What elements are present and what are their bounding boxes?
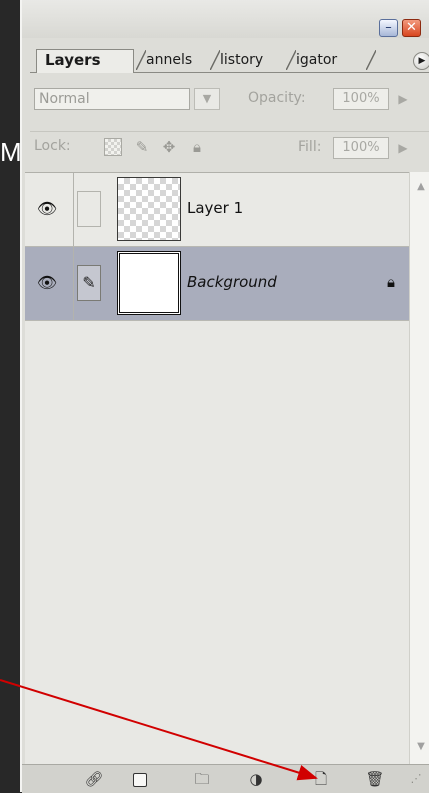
lock-all-icon[interactable]: 🔒︎: [188, 138, 206, 156]
new-adjustment-layer-icon[interactable]: ◑: [246, 769, 266, 789]
lock-row: Lock: ✎ ✥ 🔒︎ Fill: 100% ▶: [30, 131, 429, 162]
layer-row-layer-1[interactable]: 👁︎ Layer 1: [25, 173, 409, 247]
tab-divider: [136, 50, 146, 70]
chevron-down-icon[interactable]: ▼: [194, 88, 220, 110]
lock-transparency-icon[interactable]: [104, 138, 122, 156]
tab-divider: [366, 50, 376, 70]
tab-layers[interactable]: Layers: [36, 49, 134, 73]
tab-channels[interactable]: annels: [130, 50, 212, 72]
minimize-button[interactable]: –: [379, 19, 398, 37]
background-letter: M: [0, 137, 22, 167]
eye-icon[interactable]: 👁︎: [35, 199, 59, 219]
palette-bottom-toolbar: 🔗︎ 🗀 ◑ 🗋 🗑︎ ⋰: [22, 764, 429, 793]
new-group-icon[interactable]: 🗀: [192, 769, 212, 789]
lock-icon: 🔒︎: [387, 273, 395, 291]
fill-label: Fill:: [298, 139, 322, 155]
add-layer-mask-icon[interactable]: [130, 769, 150, 789]
layer-list-scrollbar[interactable]: ▲ ▼: [409, 172, 429, 764]
tab-divider: [286, 50, 296, 70]
close-button[interactable]: ✕: [402, 19, 421, 37]
create-new-layer-icon[interactable]: 🗋: [311, 769, 331, 789]
opacity-input[interactable]: 100%: [333, 88, 389, 110]
tab-history[interactable]: listory: [204, 50, 286, 72]
scroll-down-icon[interactable]: ▼: [412, 738, 429, 756]
fill-input[interactable]: 100%: [333, 137, 389, 159]
palette-menu-icon[interactable]: ▶: [413, 52, 429, 70]
visibility-toggle[interactable]: 👁︎: [25, 247, 74, 320]
layer-name[interactable]: Background: [187, 273, 277, 291]
delete-layer-icon[interactable]: 🗑︎: [365, 769, 385, 789]
tab-divider: [210, 50, 220, 70]
opacity-label: Opacity:: [248, 90, 306, 106]
lock-image-pixels-icon[interactable]: ✎: [133, 138, 151, 156]
tab-label: Layers: [45, 51, 101, 69]
tab-label: igator: [296, 52, 338, 68]
tab-overflow: [360, 50, 410, 72]
lock-position-icon[interactable]: ✥: [160, 138, 178, 156]
layer-link-box[interactable]: [77, 191, 101, 227]
fill-slider-arrow-icon[interactable]: ▶: [393, 137, 413, 159]
tab-label: annels: [146, 52, 193, 68]
blend-row: Normal ▼ Opacity: 100% ▶: [30, 85, 429, 113]
scroll-up-icon[interactable]: ▲: [412, 178, 429, 196]
brush-icon: ✎: [82, 273, 96, 292]
layer-row-background[interactable]: 👁︎ ✎ Background 🔒︎: [25, 247, 409, 321]
layer-thumbnail: [117, 177, 181, 241]
layer-name[interactable]: Layer 1: [187, 199, 243, 217]
link-layers-icon[interactable]: 🔗︎: [84, 769, 104, 789]
layer-link-box[interactable]: ✎: [77, 265, 101, 301]
layer-thumbnail: [117, 251, 181, 315]
resize-grip-icon[interactable]: ⋰: [406, 769, 426, 789]
palette-title-bar[interactable]: – ✕: [22, 0, 429, 38]
opacity-slider-arrow-icon[interactable]: ▶: [393, 88, 413, 110]
blend-mode-select[interactable]: Normal: [34, 88, 190, 110]
tab-navigator[interactable]: igator: [280, 50, 362, 72]
layer-list: 👁︎ Layer 1 👁︎ ✎ Background 🔒︎: [25, 172, 409, 765]
visibility-toggle[interactable]: 👁︎: [25, 173, 74, 246]
lock-label: Lock:: [34, 138, 71, 154]
eye-icon[interactable]: 👁︎: [35, 273, 59, 293]
palette-tab-strip: Layers annels listory igator ▶: [30, 44, 429, 73]
layers-palette: – ✕ Layers annels listory igator ▶ Norma…: [20, 0, 429, 793]
tab-label: listory: [220, 52, 264, 68]
